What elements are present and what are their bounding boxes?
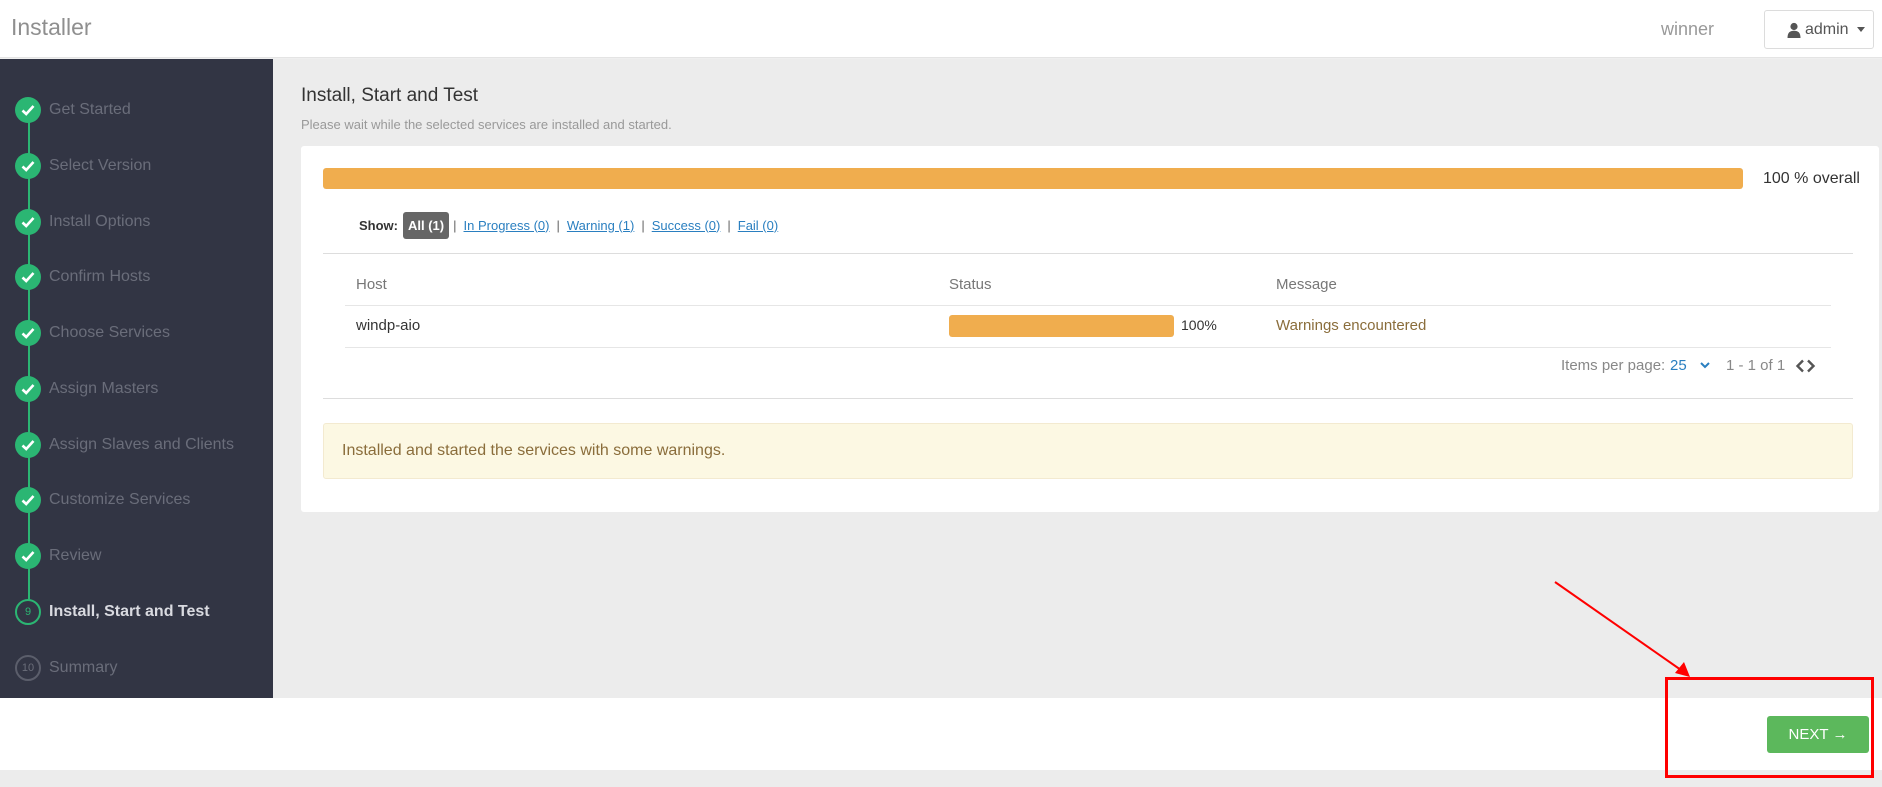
check-icon <box>15 432 41 458</box>
step-number-badge: 9 <box>15 599 41 625</box>
wizard-step-install-options[interactable]: Install Options <box>0 207 273 237</box>
wizard-step-summary: 10 Summary <box>0 653 273 683</box>
caret-down-icon <box>1856 27 1865 32</box>
filter-warning[interactable]: Warning (1) <box>567 218 634 233</box>
wizard-footer <box>0 698 1882 770</box>
check-icon <box>15 264 41 290</box>
chevron-down-icon <box>1700 362 1710 369</box>
wizard-step-label: Install Options <box>49 213 151 230</box>
host-progress-fill <box>949 315 1174 337</box>
items-per-page-value: 25 <box>1670 357 1687 374</box>
filter-separator: | <box>727 217 731 233</box>
install-progress-panel: 100 % overall Show: All (1) | In Progres… <box>301 146 1879 512</box>
filter-separator: | <box>453 217 457 233</box>
check-icon <box>15 376 41 402</box>
filter-all[interactable]: All (1) <box>403 211 450 239</box>
divider <box>323 398 1853 399</box>
next-page-icon[interactable] <box>1806 359 1816 373</box>
check-icon <box>15 97 41 123</box>
filter-show-label: Show: <box>359 217 398 233</box>
user-icon <box>1787 22 1801 38</box>
host-name-link[interactable]: windp-aio <box>356 317 420 334</box>
main-content: Install, Start and Test Please wait whil… <box>273 59 1882 698</box>
wizard-step-label: Assign Masters <box>49 380 159 397</box>
previous-page-icon[interactable] <box>1795 359 1805 373</box>
wizard-step-install-start-test: 9 Install, Start and Test <box>0 597 273 627</box>
wizard-step-customize-services[interactable]: Customize Services <box>0 485 273 515</box>
user-menu-button[interactable]: admin <box>1764 10 1874 49</box>
filter-separator: | <box>641 217 645 233</box>
app-title[interactable]: Installer <box>11 14 92 41</box>
wizard-step-assign-masters[interactable]: Assign Masters <box>0 374 273 404</box>
column-header-host[interactable]: Host <box>356 276 387 293</box>
warning-alert: Installed and started the services with … <box>323 423 1853 479</box>
wizard-step-label: Customize Services <box>49 491 191 508</box>
wizard-step-label: Choose Services <box>49 324 170 341</box>
wizard-step-choose-services[interactable]: Choose Services <box>0 318 273 348</box>
wizard-step-assign-slaves-clients[interactable]: Assign Slaves and Clients <box>0 430 273 460</box>
host-message-link[interactable]: Warnings encountered <box>1276 317 1426 334</box>
filter-separator: | <box>556 217 560 233</box>
pager-range: 1 - 1 of 1 <box>1726 357 1786 374</box>
row-divider <box>345 347 1831 348</box>
divider <box>323 253 1853 254</box>
wizard-step-label: Get Started <box>49 101 131 118</box>
wizard-step-select-version[interactable]: Select Version <box>0 151 273 181</box>
column-header-status[interactable]: Status <box>949 276 992 293</box>
filter-in-progress[interactable]: In Progress (0) <box>464 218 550 233</box>
overall-progress-bar <box>323 168 1743 189</box>
wizard-step-label: Confirm Hosts <box>49 268 151 285</box>
wizard-step-label: Select Version <box>49 157 152 174</box>
wizard-step-label: Install, Start and Test <box>49 603 210 620</box>
check-icon <box>15 320 41 346</box>
top-navbar: Installer winner admin <box>0 0 1882 58</box>
wizard-step-label: Summary <box>49 659 118 676</box>
items-per-page-label: Items per page: <box>1561 357 1666 374</box>
page-bottom-strip <box>0 770 1882 787</box>
wizard-step-get-started[interactable]: Get Started <box>0 95 273 125</box>
row-divider <box>345 305 1831 306</box>
annotation-highlight-box <box>1665 677 1874 778</box>
cluster-name: winner <box>1661 19 1715 39</box>
check-icon <box>15 543 41 569</box>
items-per-page-select[interactable]: 25 <box>1670 357 1711 374</box>
wizard-step-review[interactable]: Review <box>0 541 273 571</box>
host-progress-text: 100% <box>1181 317 1217 333</box>
wizard-sidebar: Get Started Select Version Install Optio… <box>0 59 273 698</box>
check-icon <box>15 153 41 179</box>
check-icon <box>15 487 41 513</box>
wizard-step-label: Assign Slaves and Clients <box>49 436 234 453</box>
page-title: Install, Start and Test <box>301 85 479 106</box>
filter-fail[interactable]: Fail (0) <box>738 218 778 233</box>
page-subtitle: Please wait while the selected services … <box>301 117 672 132</box>
step-number-badge: 10 <box>15 655 41 681</box>
status-filter-bar: Show: All (1) | In Progress (0) | Warnin… <box>359 210 781 240</box>
column-header-message[interactable]: Message <box>1276 276 1337 293</box>
overall-progress-text: 100 % overall <box>1763 170 1860 187</box>
overall-progress-fill <box>323 168 1743 189</box>
wizard-step-confirm-hosts[interactable]: Confirm Hosts <box>0 262 273 292</box>
filter-success[interactable]: Success (0) <box>652 218 721 233</box>
user-name: admin <box>1805 20 1849 38</box>
check-icon <box>15 209 41 235</box>
host-progress-bar[interactable] <box>949 315 1174 337</box>
wizard-step-label: Review <box>49 547 102 564</box>
